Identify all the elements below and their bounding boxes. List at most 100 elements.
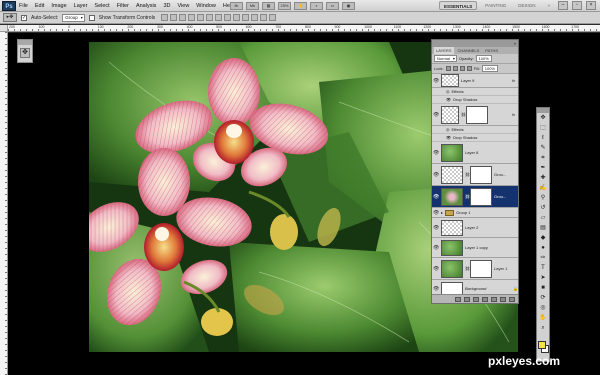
path-select-tool-icon[interactable]: ➤ [538,274,548,283]
layer-name[interactable]: Layer 1 copy [465,245,518,250]
effects-row[interactable]: ◎ Effects [432,126,518,134]
expand-triangle-icon[interactable]: ▸ [441,210,443,215]
menu-window[interactable]: Window [196,3,216,9]
move-tool-preset-icon[interactable]: ▸✥ [3,13,17,22]
effects-row[interactable]: ◎ Effects [432,88,518,96]
ruler-vertical[interactable] [0,32,8,375]
close-icon[interactable]: × [586,1,596,10]
tab-paths[interactable]: PATHS [483,47,500,54]
auto-select-checkbox[interactable] [21,14,27,21]
layer-name[interactable]: Grou... [494,172,518,177]
menu-image[interactable]: Image [51,3,66,9]
healing-brush-tool-icon[interactable]: ✚ [538,174,548,183]
panel-grip[interactable] [18,40,32,45]
screen-mode-icon[interactable]: ▣ [342,2,355,10]
add-mask-icon[interactable] [473,296,479,302]
layer-row[interactable]: 👁 ⛓ Layer 1 [432,258,518,280]
layer-mask-thumbnail[interactable] [466,105,488,124]
distribute-hcenter-icon[interactable] [251,14,259,21]
ruler-origin[interactable] [0,25,8,32]
effect-drop-shadow[interactable]: 👁 Drop Shadow [432,96,518,104]
align-left-icon[interactable] [188,14,196,21]
layer-name[interactable]: Layer 9 [461,78,510,83]
move-tool-icon[interactable]: ✥ [20,48,30,58]
pen-tool-icon[interactable]: ✑ [538,254,548,263]
hand-tool-icon[interactable]: ✋ [538,314,548,323]
fx-icon[interactable]: fx [512,78,518,83]
eye-icon[interactable]: 👁 [433,150,439,156]
tab-channels[interactable]: CHANNELS [456,47,482,54]
distribute-bottom-icon[interactable] [233,14,241,21]
workspace-painting[interactable]: PAINTING [481,1,510,10]
workspace-more-icon[interactable]: » [543,1,554,10]
distribute-right-icon[interactable] [260,14,268,21]
opacity-field[interactable]: 100% [475,55,492,62]
view-extras-icon[interactable]: ▦ [262,2,275,10]
panel-grip[interactable] [537,108,549,113]
tab-layers[interactable]: LAYERS [434,47,454,54]
menu-edit[interactable]: Edit [35,3,44,9]
menu-3d[interactable]: 3D [163,3,170,9]
fill-field[interactable]: 100% [481,65,499,72]
eye-icon[interactable]: 👁 [433,225,439,231]
ruler-horizontal[interactable]: 200 100 0 100 200 300 400 500 600 700 800 900 1000 11… [8,25,600,32]
distribute-vcenter-icon[interactable] [224,14,232,21]
lock-all-icon[interactable] [466,66,472,71]
menu-select[interactable]: Select [94,3,109,9]
clone-stamp-tool-icon[interactable]: ⚲ [538,194,548,203]
distribute-top-icon[interactable] [215,14,223,21]
adjustment-layer-icon[interactable] [482,296,488,302]
gradient-tool-icon[interactable]: ▤ [538,224,548,233]
restore-icon[interactable]: ▫ [572,1,582,10]
link-layers-icon[interactable] [455,296,461,302]
blur-tool-icon[interactable]: ◆ [538,234,548,243]
menu-file[interactable]: File [19,3,28,9]
arrange-documents-icon[interactable]: ▭ [326,2,339,10]
quick-select-tool-icon[interactable]: ✎ [538,144,548,153]
blend-mode-dropdown[interactable]: Normal [434,55,457,62]
3d-rotate-tool-icon[interactable]: ⟳ [538,294,548,303]
minimize-icon[interactable]: – [558,1,568,10]
launch-bridge-icon[interactable]: Br [230,2,243,10]
align-vcenter-icon[interactable] [170,14,178,21]
history-brush-tool-icon[interactable]: ↺ [538,204,548,213]
fx-icon[interactable]: fx [512,112,518,117]
layer-mask-thumbnail[interactable] [470,187,492,206]
chain-icon[interactable]: ⛓ [461,112,466,117]
eye-icon[interactable]: 👁 [433,210,439,216]
hand-tool-icon[interactable]: ✋ [294,2,307,10]
new-layer-icon[interactable] [500,296,506,302]
layer-mask-thumbnail[interactable] [470,165,492,184]
eye-icon[interactable]: 👁 [433,245,439,251]
lock-pixels-icon[interactable] [452,66,458,71]
group-row[interactable]: 👁 ▸ Group 1 [432,208,518,218]
eye-icon[interactable]: 👁 [433,266,439,272]
layer-name[interactable]: Layer 1 [494,266,518,271]
effect-drop-shadow[interactable]: 👁 Drop Shadow [432,134,518,142]
move-tool-icon[interactable]: ✥ [538,114,548,123]
align-right-icon[interactable] [206,14,214,21]
layer-row[interactable]: 👁 ⛓ fx [432,104,518,126]
dodge-tool-icon[interactable]: ● [538,244,548,253]
group-name[interactable]: Group 1 [456,210,518,215]
auto-select-dropdown[interactable]: Group [62,13,85,22]
align-top-icon[interactable] [161,14,169,21]
lock-transparency-icon[interactable] [445,66,451,71]
eye-icon[interactable]: 👁 [433,112,439,118]
layer-row[interactable]: 👁 ⛓ Grou... [432,164,518,186]
panel-collapse-icon[interactable]: » [513,40,516,47]
workspace-design[interactable]: DESIGN [514,1,539,10]
distribute-left-icon[interactable] [242,14,250,21]
zoom-tool-icon[interactable]: ⌕ [310,2,323,10]
layer-row[interactable]: 👁 Layer 8 [432,142,518,164]
eye-icon[interactable]: 👁 [433,194,439,200]
zoom-level[interactable]: 25% [278,2,291,10]
auto-align-icon[interactable] [269,14,277,21]
menu-analysis[interactable]: Analysis [136,3,156,9]
menu-view[interactable]: View [177,3,189,9]
type-tool-icon[interactable]: T [538,264,548,273]
layer-row-selected[interactable]: 👁 ⛓ Grou... [432,186,518,208]
shape-tool-icon[interactable]: ■ [538,284,548,293]
3d-orbit-tool-icon[interactable]: ◎ [538,304,548,313]
layer-mask-thumbnail[interactable] [470,259,492,278]
